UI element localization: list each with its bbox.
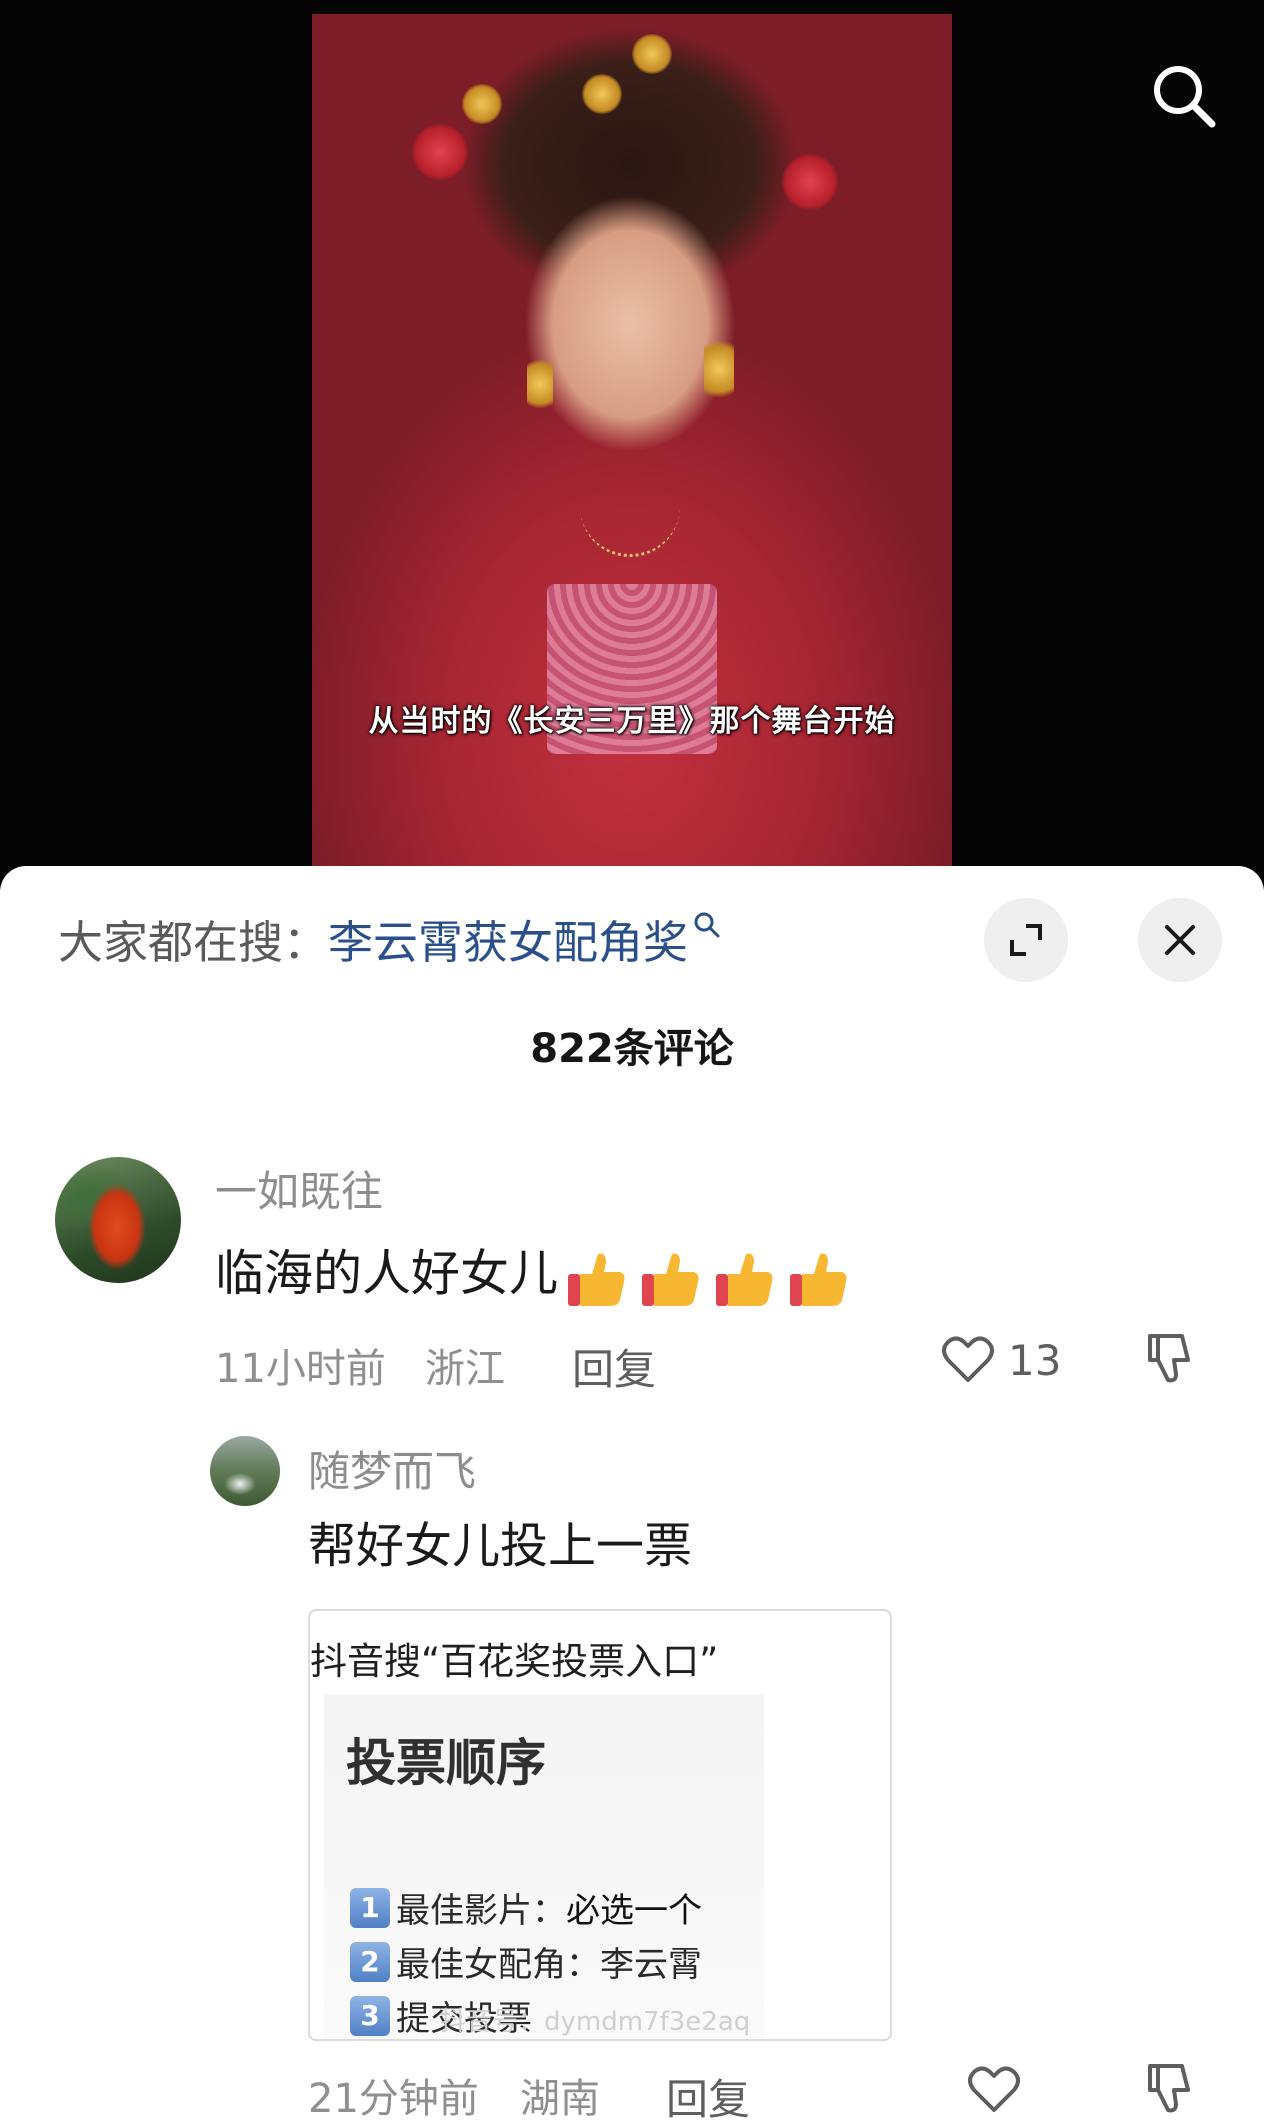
hair-flower [782,154,838,210]
step-label: 最佳女配角： [396,1945,600,1985]
reply-text: 帮好女儿投上一票 [308,1518,693,1574]
thumbs-down-icon [1148,2064,1190,2113]
thumbs-up-emoji [790,1253,847,1306]
image-heading: 投票顺序 [346,1734,546,1792]
close-button[interactable] [1138,898,1222,982]
earring [527,354,553,414]
thumbs-up-emoji [642,1253,699,1306]
step-number: 3 [350,1995,390,2036]
comment-username[interactable]: 一如既往 [215,1158,383,1219]
search-button[interactable] [1148,60,1218,130]
expand-button[interactable] [984,898,1068,982]
close-icon [1165,925,1195,955]
reply-username[interactable]: 随梦而飞 [308,1438,476,1499]
comment-location: 浙江 [425,1346,505,1392]
step-number: 2 [350,1941,390,1982]
thumbs-up-emoji [716,1253,773,1306]
reply-button[interactable]: 回复 [666,2066,750,2127]
like-button[interactable] [966,2062,1022,2122]
dislike-button[interactable] [1140,1330,1196,1390]
like-count: 13 [1008,1336,1062,1385]
vote-step: 1 最佳影片： 必选一个 [350,1883,702,1932]
image-caption: 抖音搜“百花奖投票入口” [310,1640,719,1683]
comment-count: 822条评论 [530,1026,734,1072]
expand-icon [1010,924,1042,956]
dislike-button[interactable] [1140,2060,1196,2120]
video-subtitle: 从当时的《长安三万里》那个舞台开始 [368,704,896,739]
comment-text-content: 临海的人好女儿 [215,1245,559,1302]
heart-icon [942,1336,994,1382]
step-value: 必选一个 [566,1891,702,1931]
thumbs-down-icon [1148,1334,1190,1383]
reply-image[interactable]: 抖音搜“百花奖投票入口” 投票顺序 1 最佳影片： 必选一个 2 最佳女配角： … [308,1609,892,2041]
avatar[interactable] [55,1157,181,1283]
earring [704,334,734,404]
step-label: 最佳影片： [396,1891,566,1931]
video-frame[interactable] [312,14,952,880]
step-number: 1 [350,1887,390,1928]
image-watermark: 抖音号：dymdm7f3e2aq [440,2007,751,2037]
like-button[interactable] [940,1332,996,1392]
hair-ornament [462,84,502,124]
reply-button[interactable]: 回复 [572,1336,656,1397]
reply-time: 21分钟前 [308,2076,479,2122]
step-value: 李云霄 [600,1945,702,1985]
search-icon [1154,66,1216,128]
trending-query-link[interactable]: 李云霄获女配角奖 [328,906,688,971]
reply-location: 湖南 [520,2076,600,2122]
hair-flower [412,124,468,180]
avatar[interactable] [210,1436,280,1506]
search-icon [694,912,720,938]
comment-time: 11小时前 [215,1346,386,1392]
heart-icon [968,2066,1020,2112]
hair-ornament [632,34,672,74]
trending-search[interactable]: 大家都在搜： 李云霄获女配角奖 [58,906,722,971]
thumbs-up-emoji [568,1253,625,1306]
hair-ornament [582,74,622,114]
vote-step: 2 最佳女配角： 李云霄 [350,1937,702,1986]
video-player[interactable]: 从当时的《长安三万里》那个舞台开始 [0,0,1264,880]
necklace [580,484,680,557]
comment-text: 临海的人好女儿 [215,1234,852,1310]
comment-sheet: 大家都在搜： 李云霄获女配角奖 822条评论 一如既往 临海的人好女儿 11小时… [0,866,1264,2127]
thumbs-up-emojis [564,1244,852,1310]
trending-prefix: 大家都在搜： [58,915,329,969]
